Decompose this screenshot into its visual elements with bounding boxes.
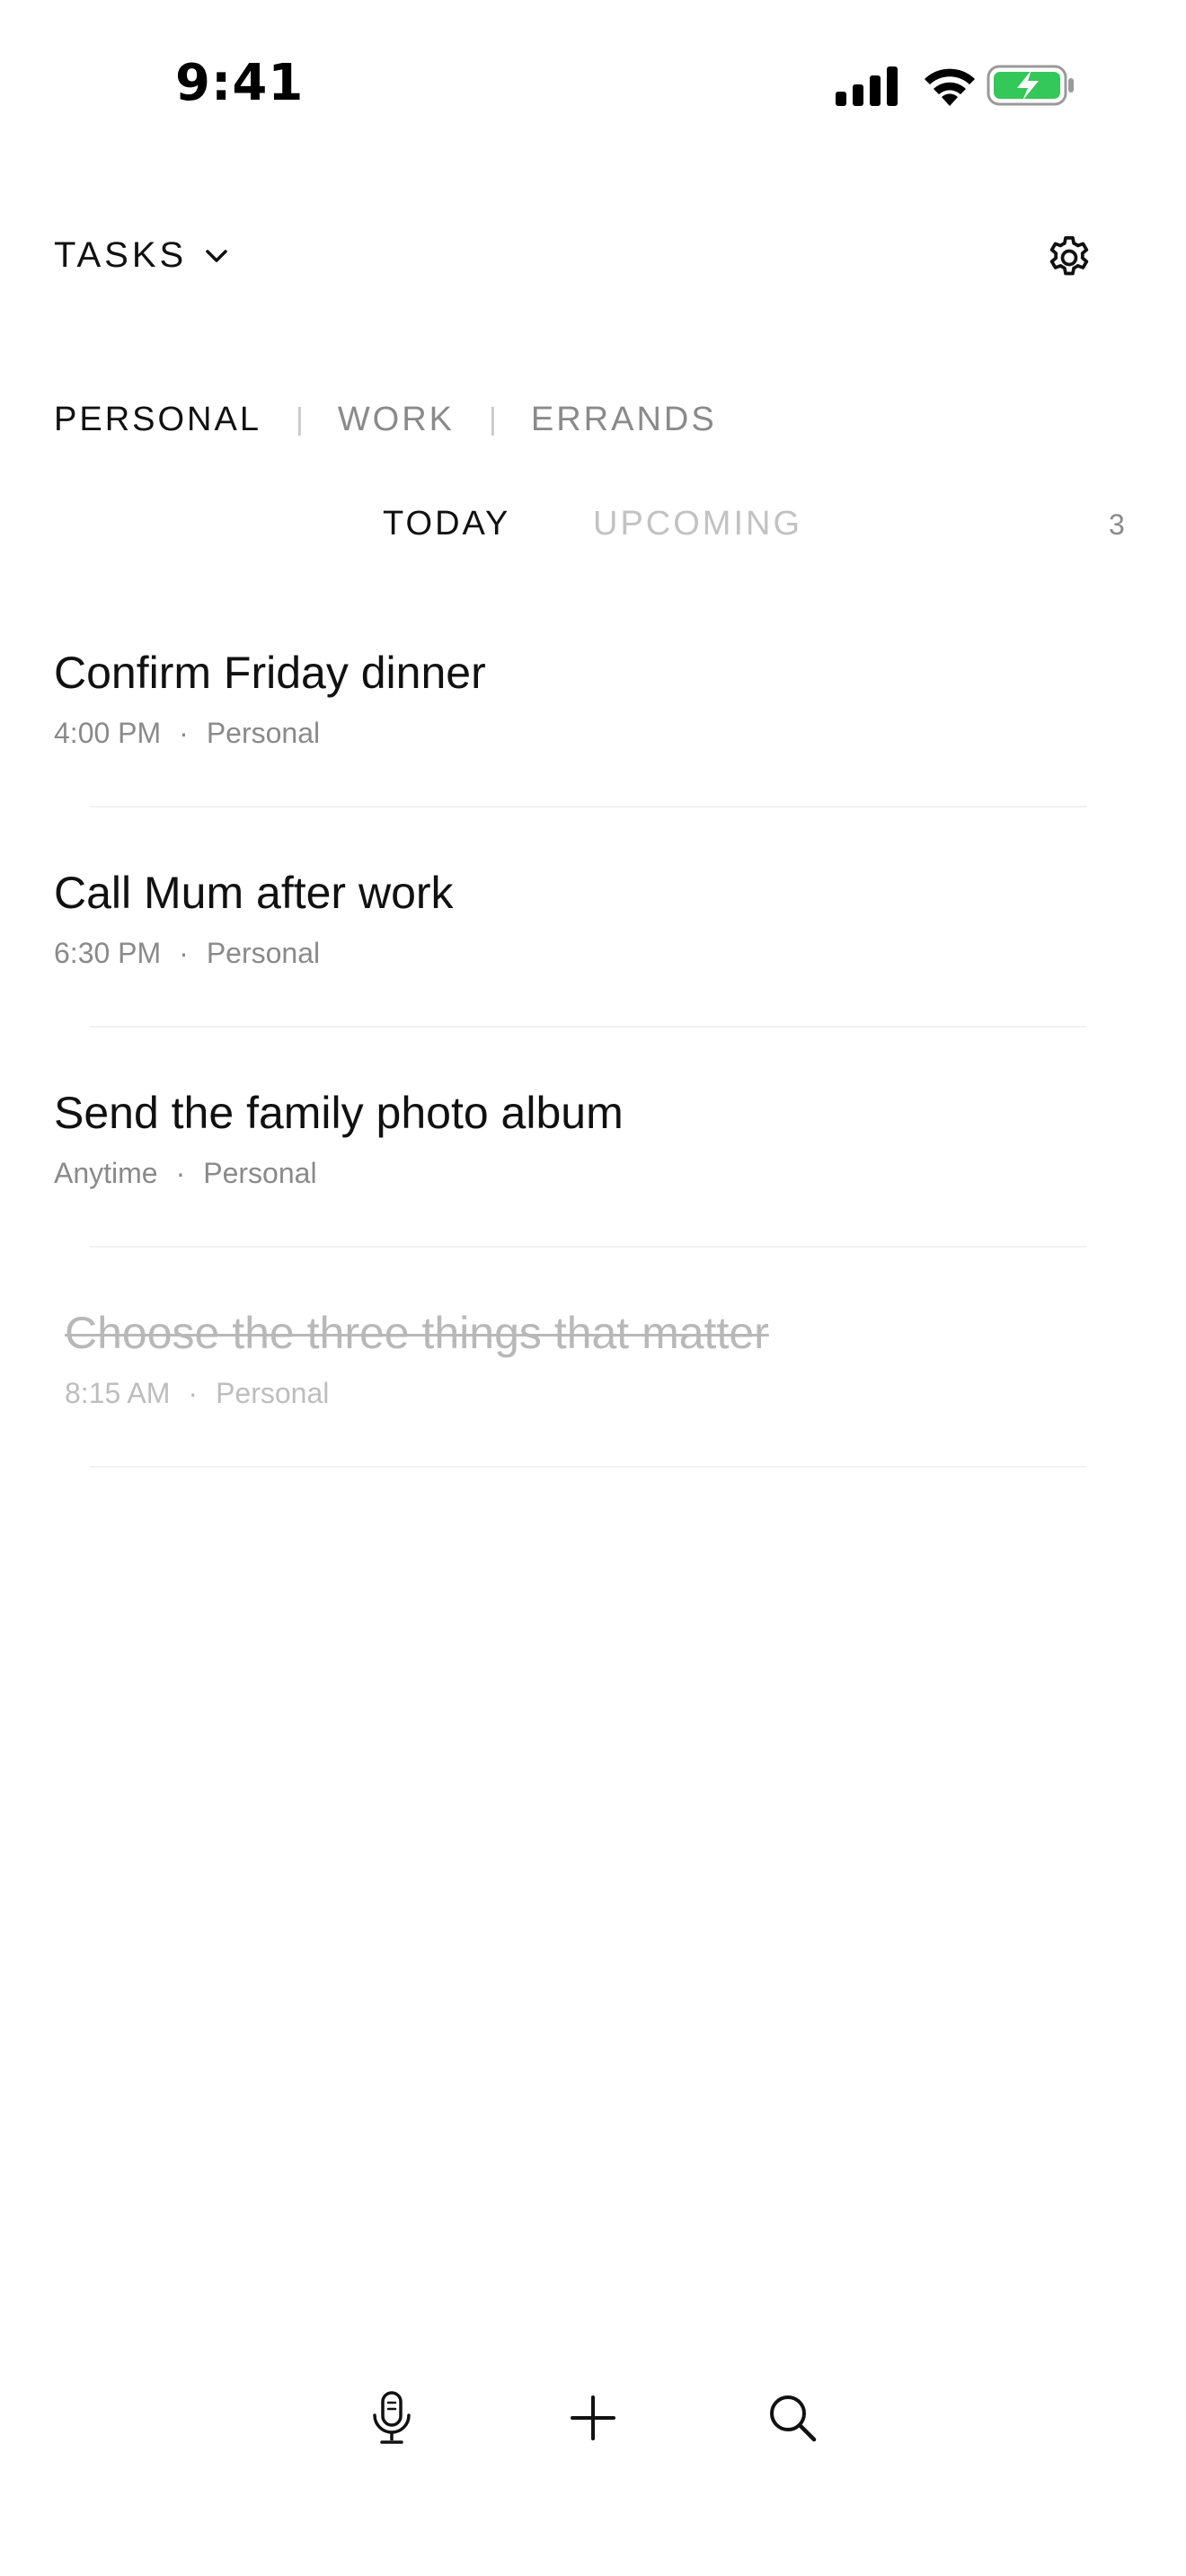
- tab-today[interactable]: TODAY: [383, 505, 510, 543]
- task-meta: 4:00 PM · Personal: [54, 717, 320, 750]
- chevron-down-icon: [206, 249, 227, 262]
- meta-separator: ·: [179, 717, 189, 749]
- task-list: Confirm Friday dinner 4:00 PM · Personal C…: [0, 587, 1186, 1468]
- tab-divider: |: [295, 402, 304, 437]
- gear-icon[interactable]: [1044, 233, 1094, 283]
- cellular-signal-icon: [836, 66, 898, 106]
- meta-separator: ·: [175, 1157, 186, 1189]
- task-title: Send the family photo album: [54, 1088, 624, 1138]
- meta-separator: ·: [188, 1377, 199, 1409]
- task-time: 6:30 PM: [54, 937, 162, 969]
- status-icons: [836, 63, 1087, 110]
- task-meta: 8:15 AM · Personal: [65, 1377, 329, 1410]
- battery-charging-icon: [987, 65, 1074, 106]
- filter-tabs: TODAY UPCOMING 3: [0, 505, 1186, 550]
- task-category: Personal: [203, 1157, 317, 1189]
- status-bar: 9:41: [0, 0, 1186, 171]
- task-meta: 6:30 PM · Personal: [54, 937, 320, 970]
- tab-upcoming[interactable]: UPCOMING: [593, 505, 802, 543]
- plus-icon: [571, 2395, 615, 2440]
- task-category: Personal: [216, 1377, 330, 1409]
- header-title: TASKS: [54, 235, 188, 275]
- task-time: 8:15 AM: [65, 1377, 171, 1409]
- task-category: Personal: [206, 937, 321, 969]
- tab-divider: |: [489, 402, 497, 437]
- meta-separator: ·: [179, 937, 189, 969]
- task-title: Choose the three things that matter: [65, 1308, 769, 1358]
- voice-input-button[interactable]: [359, 2386, 424, 2450]
- task-count-badge: 3: [1109, 508, 1125, 541]
- search-icon: [770, 2395, 817, 2442]
- tab-work[interactable]: WORK: [338, 401, 455, 439]
- task-item[interactable]: Send the family photo album Anytime · Pers…: [0, 1028, 1186, 1248]
- task-item[interactable]: Confirm Friday dinner 4:00 PM · Personal: [0, 587, 1186, 807]
- tab-personal[interactable]: PERSONAL: [54, 401, 261, 439]
- wifi-icon: [925, 68, 975, 106]
- divider: [90, 1466, 1087, 1468]
- task-title: Call Mum after work: [54, 868, 454, 918]
- category-tabs: PERSONAL | WORK | ERRANDS: [54, 401, 717, 439]
- task-item[interactable]: Call Mum after work 6:30 PM · Personal: [0, 807, 1186, 1028]
- task-time: Anytime: [54, 1157, 158, 1189]
- task-time: 4:00 PM: [54, 717, 162, 749]
- tab-errands[interactable]: ERRANDS: [531, 401, 717, 439]
- status-time: 9:41: [175, 54, 305, 112]
- search-button[interactable]: [760, 2386, 825, 2450]
- tasks-dropdown[interactable]: TASKS: [54, 235, 230, 276]
- add-task-button[interactable]: [561, 2386, 625, 2450]
- task-category: Personal: [206, 717, 321, 749]
- task-meta: Anytime · Personal: [54, 1157, 317, 1190]
- task-title: Confirm Friday dinner: [54, 648, 486, 698]
- task-item-completed[interactable]: Choose the three things that matter 8:15…: [0, 1248, 1186, 1468]
- microphone-icon: [373, 2391, 411, 2444]
